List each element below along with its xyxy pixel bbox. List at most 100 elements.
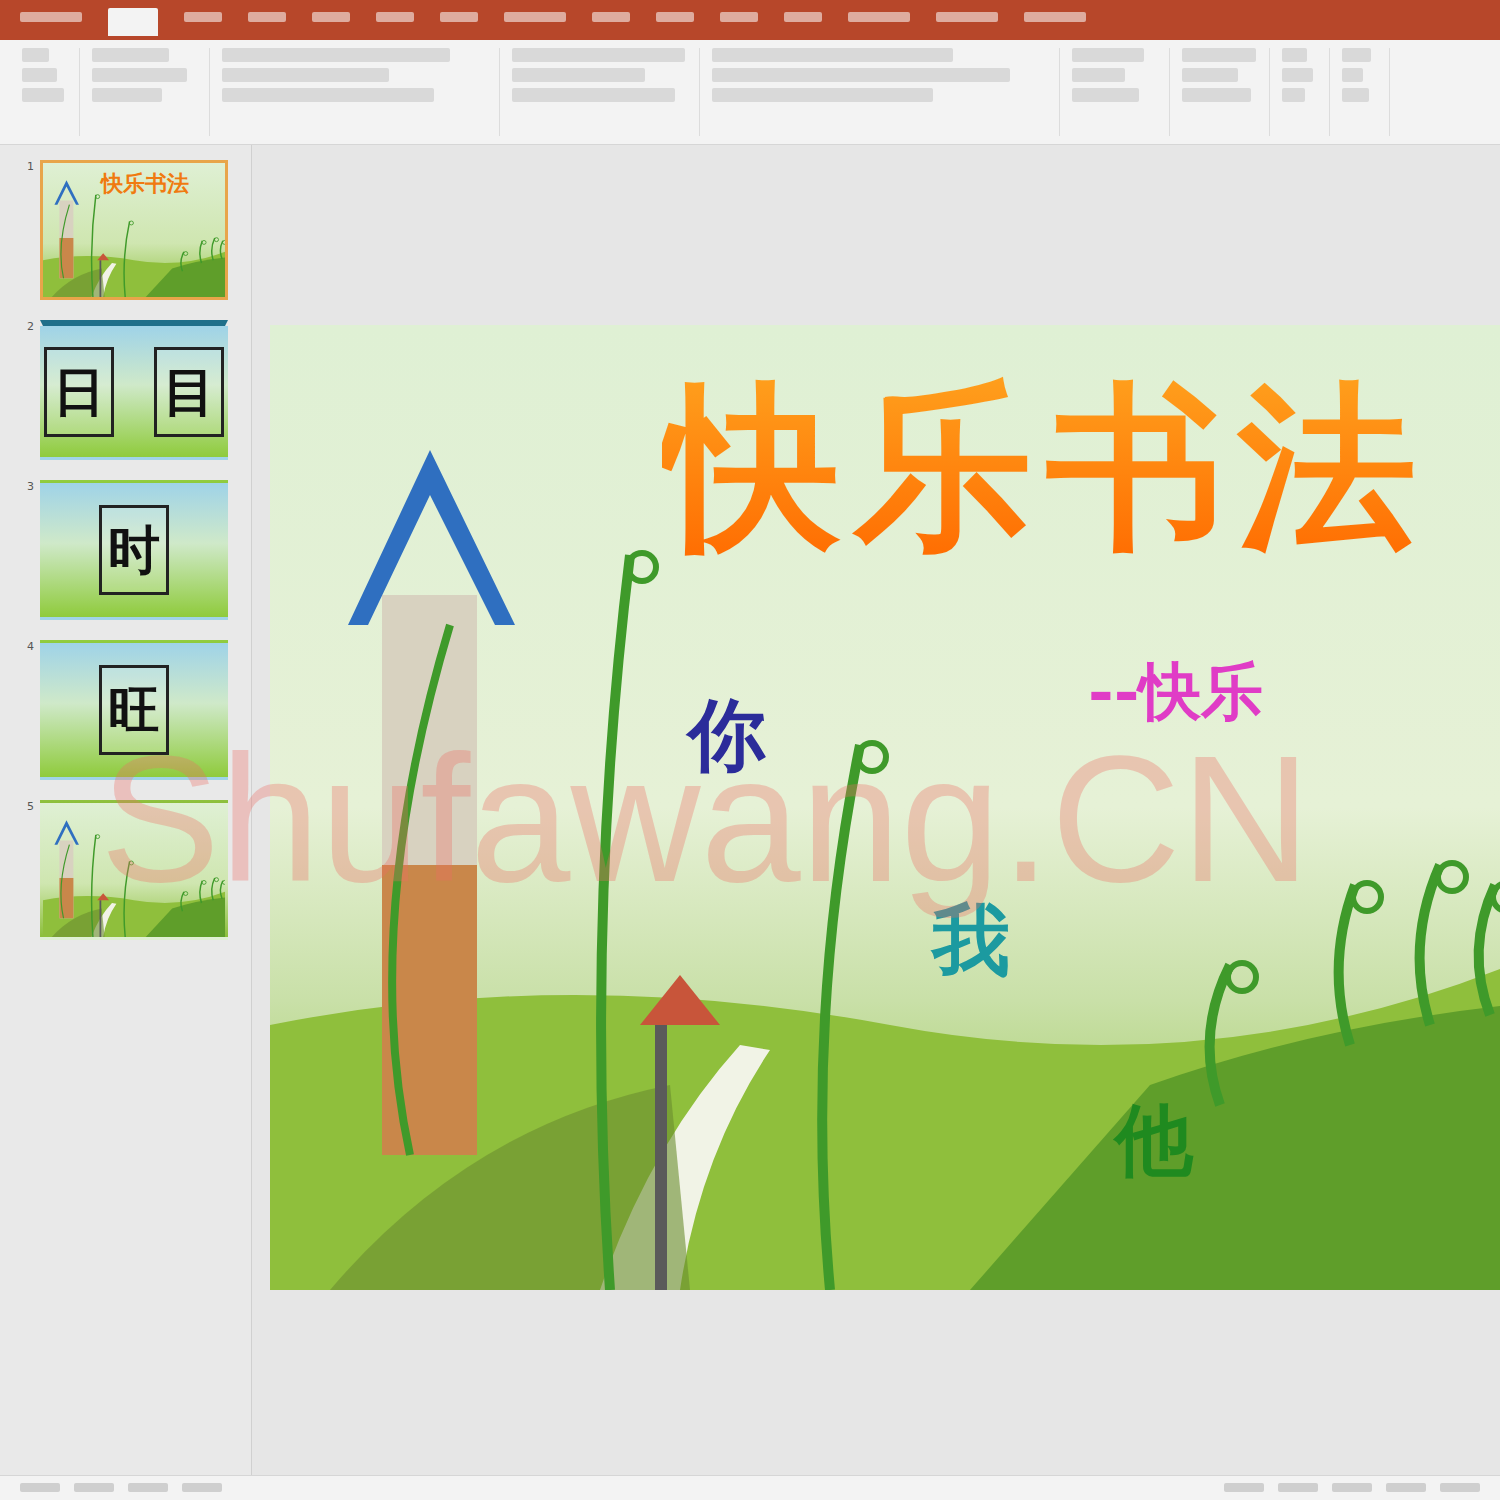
character-box: 旺 bbox=[99, 665, 169, 755]
thumbnail-wrapper: 时 bbox=[40, 480, 228, 620]
ribbon-control[interactable] bbox=[712, 88, 933, 102]
ribbon-control[interactable] bbox=[1072, 68, 1125, 82]
ribbon-control[interactable] bbox=[1282, 88, 1305, 102]
thumbnail-row: 4旺 bbox=[14, 640, 251, 780]
ribbon-control[interactable] bbox=[512, 48, 685, 62]
slide-subtitle[interactable]: --快乐 bbox=[1088, 655, 1263, 729]
ribbon-control[interactable] bbox=[92, 48, 169, 62]
ribbon-tab[interactable] bbox=[936, 12, 998, 22]
thumbnail-wrapper: 日目 bbox=[40, 320, 228, 460]
ribbon-control[interactable] bbox=[1182, 68, 1238, 82]
slide-number: 3 bbox=[14, 480, 34, 493]
status-bar bbox=[0, 1475, 1500, 1500]
ribbon-tab[interactable] bbox=[504, 12, 566, 22]
status-item bbox=[182, 1483, 222, 1492]
ribbon-control[interactable] bbox=[712, 48, 953, 62]
status-item bbox=[74, 1483, 114, 1492]
slide-canvas[interactable]: 快乐书法 --快乐 你我他 bbox=[270, 325, 1500, 1290]
slide-thumbnail[interactable]: 旺 bbox=[40, 640, 228, 780]
ribbon-control[interactable] bbox=[712, 68, 1010, 82]
thumbnail-row: 2 日目 bbox=[14, 320, 251, 460]
ribbon-group bbox=[1060, 48, 1170, 136]
ribbon-tab[interactable] bbox=[848, 12, 910, 22]
powerpoint-window: 1快乐书法2日目3时4旺5快乐书法--快乐你我他Shufawang.CN bbox=[0, 0, 1500, 1500]
ribbon-control[interactable] bbox=[1182, 48, 1256, 62]
view-button[interactable] bbox=[1386, 1483, 1426, 1492]
slide-thumbnail-pane: 1快乐书法2日目3时4旺5 bbox=[0, 145, 252, 1475]
status-item bbox=[20, 1483, 60, 1492]
slide-word[interactable]: 我 bbox=[932, 895, 1010, 985]
ribbon-group bbox=[700, 48, 1060, 136]
view-button[interactable] bbox=[1224, 1483, 1264, 1492]
thumbnail-row: 5 bbox=[14, 800, 251, 940]
ribbon-control[interactable] bbox=[92, 88, 162, 102]
ribbon-control[interactable] bbox=[1182, 88, 1251, 102]
ribbon-tab[interactable] bbox=[184, 12, 222, 22]
ribbon-control[interactable] bbox=[1072, 88, 1139, 102]
slide-thumbnail[interactable] bbox=[40, 800, 228, 940]
ribbon-control[interactable] bbox=[512, 68, 645, 82]
ribbon-tab[interactable] bbox=[784, 12, 822, 22]
ribbon-group bbox=[80, 48, 210, 136]
ribbon-tab[interactable] bbox=[592, 12, 630, 22]
slide-number: 5 bbox=[14, 800, 34, 813]
thumbnail-wrapper bbox=[40, 800, 228, 940]
ribbon-tab[interactable] bbox=[656, 12, 694, 22]
view-button[interactable] bbox=[1440, 1483, 1480, 1492]
ribbon-tab[interactable] bbox=[248, 12, 286, 22]
ribbon-control[interactable] bbox=[92, 68, 187, 82]
slide-number: 4 bbox=[14, 640, 34, 653]
ribbon-tab[interactable] bbox=[20, 12, 82, 22]
thumbnail-wrapper: 快乐书法 bbox=[40, 160, 228, 300]
character-box: 时 bbox=[99, 505, 169, 595]
watermark: Shufawang.CN bbox=[100, 720, 1311, 918]
ribbon-control[interactable] bbox=[1342, 68, 1363, 82]
ribbon-group bbox=[1170, 48, 1270, 136]
ribbon-control[interactable] bbox=[1282, 48, 1307, 62]
ribbon-control[interactable] bbox=[22, 68, 57, 82]
landscape-picture bbox=[43, 803, 225, 937]
thumbnail-row: 1 快乐书法 bbox=[14, 160, 251, 300]
ribbon-group bbox=[1270, 48, 1330, 136]
ribbon-group bbox=[500, 48, 700, 136]
thumbnail-wrapper: 旺 bbox=[40, 640, 228, 780]
ribbon-tab[interactable] bbox=[108, 8, 158, 36]
view-button[interactable] bbox=[1332, 1483, 1372, 1492]
slide-thumbnail[interactable]: 日目 bbox=[40, 320, 228, 460]
slide-number: 2 bbox=[14, 320, 34, 333]
ribbon-group bbox=[210, 48, 500, 136]
ribbon-group bbox=[1330, 48, 1390, 136]
slide-number: 1 bbox=[14, 160, 34, 173]
ribbon-tab[interactable] bbox=[312, 12, 350, 22]
status-item bbox=[128, 1483, 168, 1492]
ribbon-group bbox=[10, 48, 80, 136]
ribbon-control[interactable] bbox=[22, 48, 49, 62]
view-button[interactable] bbox=[1278, 1483, 1318, 1492]
slide-editor: 快乐书法 --快乐 你我他 bbox=[252, 145, 1500, 1475]
slide-thumbnail[interactable]: 快乐书法 bbox=[40, 160, 228, 300]
workspace: 1快乐书法2日目3时4旺5快乐书法--快乐你我他 bbox=[0, 145, 1500, 1475]
ribbon bbox=[0, 40, 1500, 145]
ribbon-tab[interactable] bbox=[376, 12, 414, 22]
ribbon-tab[interactable] bbox=[1024, 12, 1086, 22]
ribbon-tab[interactable] bbox=[720, 12, 758, 22]
ribbon-control[interactable] bbox=[222, 88, 434, 102]
ribbon-control[interactable] bbox=[22, 88, 64, 102]
ribbon-control[interactable] bbox=[512, 88, 675, 102]
thumbnail-row: 3时 bbox=[14, 480, 251, 620]
ribbon-control[interactable] bbox=[222, 48, 450, 62]
slide-word[interactable]: 你 bbox=[688, 690, 766, 780]
slide-title[interactable]: 快乐书法 bbox=[662, 365, 1430, 570]
character-box: 日 bbox=[44, 347, 114, 437]
slide-thumbnail[interactable]: 时 bbox=[40, 480, 228, 620]
character-box: 目 bbox=[154, 347, 224, 437]
title-bar bbox=[0, 0, 1500, 40]
ribbon-control[interactable] bbox=[1342, 88, 1369, 102]
thumbnail-title: 快乐书法 bbox=[101, 171, 189, 195]
ribbon-control[interactable] bbox=[1342, 48, 1371, 62]
ribbon-control[interactable] bbox=[1282, 68, 1313, 82]
ribbon-control[interactable] bbox=[1072, 48, 1144, 62]
ribbon-control[interactable] bbox=[222, 68, 389, 82]
ribbon-tab[interactable] bbox=[440, 12, 478, 22]
slide-word[interactable]: 他 bbox=[1115, 1095, 1193, 1185]
